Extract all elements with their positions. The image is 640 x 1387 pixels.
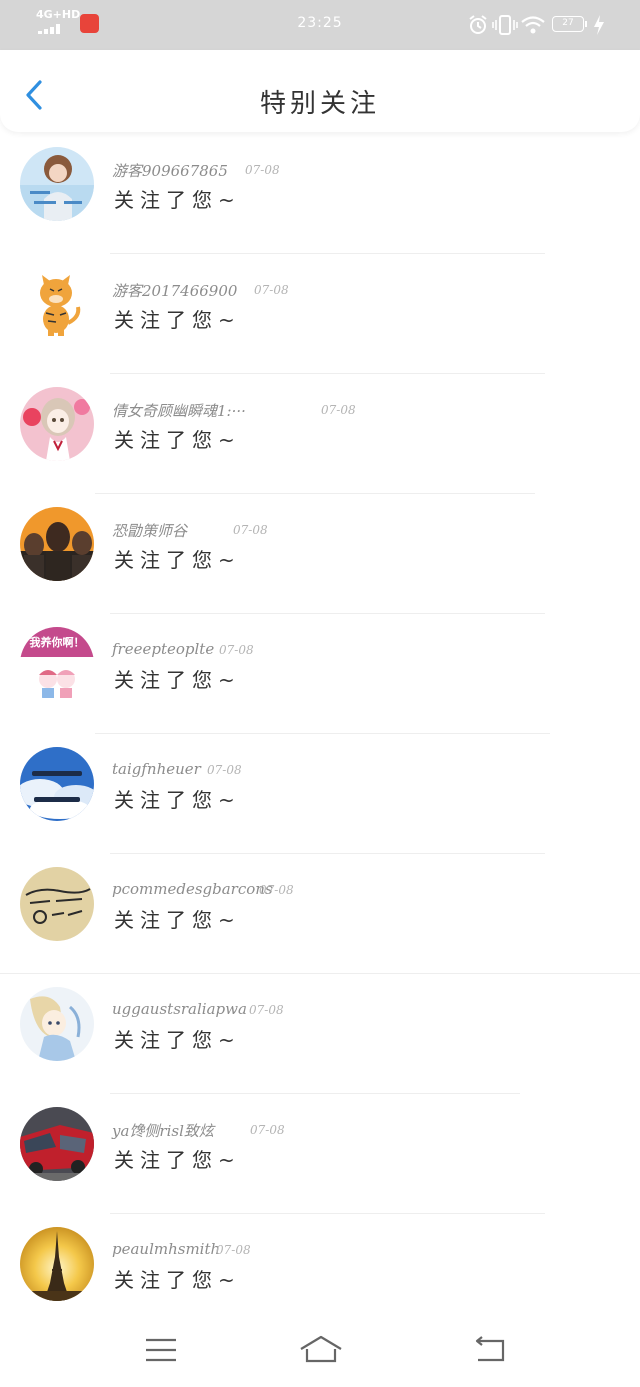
list-item[interactable]: 恐勖策师谷 07-08 关注了您~ (0, 494, 640, 614)
follow-date: 07-08 (321, 403, 356, 417)
status-bar: 4G+HD 23:25 27 (0, 0, 640, 50)
user-avatar[interactable] (20, 507, 94, 581)
username[interactable]: uggaustsraliapwa (112, 1000, 247, 1018)
username[interactable]: ya馋侧risl致炫 (112, 1120, 214, 1141)
avatar-banner-text: 我养你啊！ (30, 635, 85, 649)
user-avatar[interactable] (20, 1227, 94, 1301)
alarm-icon (469, 15, 487, 34)
username[interactable]: 恐勖策师谷 (112, 520, 187, 541)
follow-message: 关注了您~ (114, 308, 241, 332)
follow-list: 游客909667865 07-08 关注了您~ 游客2017466900 07-… (0, 134, 640, 1334)
user-avatar[interactable]: 我养你啊！ (20, 627, 94, 701)
follow-date: 07-08 (245, 163, 280, 177)
list-item[interactable]: 我养你啊！ freeepteoplte 07-08 关注了您~ (0, 614, 640, 734)
follow-date: 07-08 (207, 763, 242, 777)
follow-date: 07-08 (249, 1003, 284, 1017)
follow-message: 关注了您~ (114, 188, 241, 212)
follow-message: 关注了您~ (114, 1028, 241, 1052)
wifi-icon (521, 16, 545, 34)
user-avatar[interactable] (20, 987, 94, 1061)
user-avatar[interactable] (20, 267, 94, 341)
follow-date: 07-08 (259, 883, 294, 897)
list-item[interactable]: 游客909667865 07-08 关注了您~ (0, 134, 640, 254)
follow-message: 关注了您~ (114, 1148, 241, 1172)
follow-date: 07-08 (219, 643, 254, 657)
list-item[interactable]: 游客2017466900 07-08 关注了您~ (0, 254, 640, 374)
list-item[interactable]: ya馋侧risl致炫 07-08 关注了您~ (0, 1094, 640, 1214)
page-title: 特别关注 (259, 89, 380, 119)
navigation-bar (0, 1315, 640, 1387)
follow-date: 07-08 (216, 1243, 251, 1257)
follow-date: 07-08 (233, 523, 268, 537)
user-avatar[interactable] (20, 1107, 94, 1181)
follow-message: 关注了您~ (114, 908, 241, 932)
charging-icon (594, 15, 604, 35)
list-item[interactable]: taigfnheuer 07-08 关注了您~ (0, 734, 640, 854)
follow-message: 关注了您~ (114, 548, 241, 572)
username[interactable]: 游客909667865 (112, 160, 228, 181)
username[interactable]: taigfnheuer (112, 760, 201, 778)
battery-cap (585, 21, 587, 27)
list-item[interactable]: pcommedesgbarcons 07-08 关注了您~ (0, 854, 640, 974)
home-icon[interactable] (299, 1333, 343, 1367)
username[interactable]: 游客2017466900 (112, 280, 237, 301)
username[interactable]: pcommedesgbarcons (112, 880, 273, 898)
back-icon[interactable] (470, 1333, 510, 1367)
user-avatar[interactable] (20, 387, 94, 461)
list-item[interactable]: 倩女奇顾幽瞬魂1:··· 07-08 关注了您~ (0, 374, 640, 494)
username[interactable]: peaulmhsmith (112, 1240, 220, 1258)
username[interactable]: freeepteoplte (112, 640, 214, 658)
list-item[interactable]: uggaustsraliapwa 07-08 关注了您~ (0, 974, 640, 1094)
user-avatar[interactable] (20, 147, 94, 221)
battery-icon: 27 (552, 16, 584, 32)
user-avatar[interactable] (20, 867, 94, 941)
follow-message: 关注了您~ (114, 428, 241, 452)
follow-message: 关注了您~ (114, 668, 241, 692)
user-avatar[interactable] (20, 747, 94, 821)
follow-date: 07-08 (254, 283, 289, 297)
follow-date: 07-08 (250, 1123, 285, 1137)
follow-message: 关注了您~ (114, 788, 241, 812)
menu-icon[interactable] (141, 1333, 181, 1367)
header: 特别关注 (0, 50, 640, 132)
username[interactable]: 倩女奇顾幽瞬魂1:··· (112, 400, 246, 421)
follow-message: 关注了您~ (114, 1268, 241, 1292)
vibrate-icon (492, 15, 518, 35)
